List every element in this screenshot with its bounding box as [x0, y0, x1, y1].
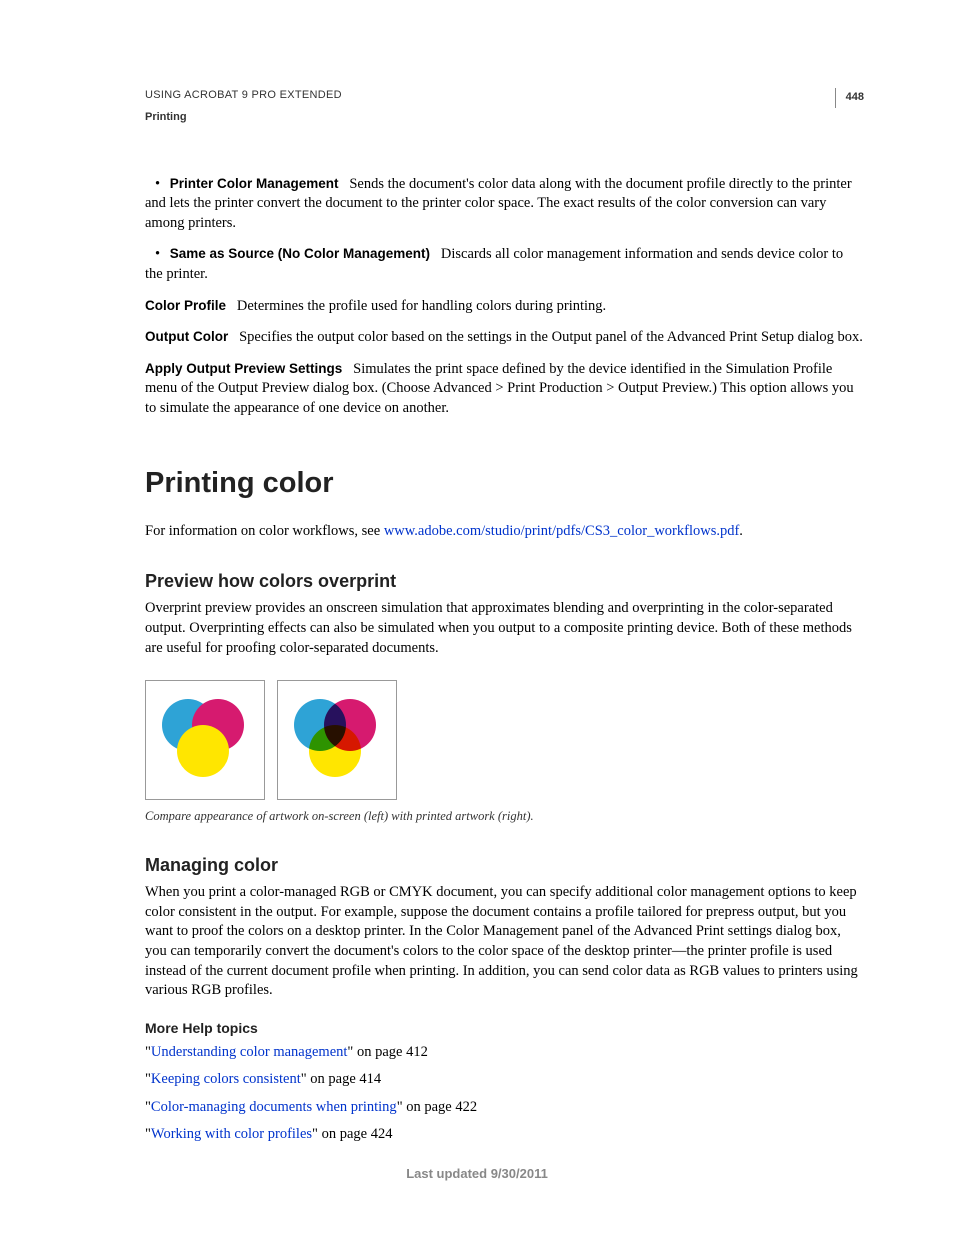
- term-label: Output Color: [145, 329, 228, 344]
- doc-title: USING ACROBAT 9 PRO EXTENDED: [145, 88, 342, 103]
- help-link-item: "Working with color profiles" on page 42…: [145, 1125, 864, 1145]
- help-link[interactable]: Keeping colors consistent: [151, 1071, 301, 1087]
- bullet-item: • Printer Color Management Sends the doc…: [145, 175, 864, 234]
- page-footer: Last updated 9/30/2011: [0, 1165, 954, 1183]
- help-suffix: " on page 424: [312, 1126, 392, 1142]
- figure-caption: Compare appearance of artwork on-screen …: [145, 808, 864, 825]
- help-link-item: "Color-managing documents when printing"…: [145, 1098, 864, 1118]
- page-header: USING ACROBAT 9 PRO EXTENDED 448: [145, 88, 864, 108]
- intro-paragraph: For information on color workflows, see …: [145, 522, 864, 542]
- section-heading: Printing color: [145, 464, 864, 503]
- bullet-icon: •: [155, 245, 160, 265]
- breadcrumb: Printing: [145, 110, 864, 125]
- help-link-item: "Understanding color management" on page…: [145, 1043, 864, 1063]
- text: .: [739, 523, 743, 539]
- body-paragraph: Overprint preview provides an onscreen s…: [145, 599, 864, 658]
- term-label: Same as Source (No Color Management): [170, 247, 430, 262]
- figure-onscreen: [145, 680, 265, 800]
- help-suffix: " on page 422: [397, 1099, 477, 1115]
- help-suffix: " on page 412: [347, 1044, 427, 1060]
- workflow-link[interactable]: www.adobe.com/studio/print/pdfs/CS3_colo…: [384, 523, 739, 539]
- term-label: Printer Color Management: [170, 176, 339, 191]
- term-desc: Determines the profile used for handling…: [237, 298, 606, 314]
- term-label: Apply Output Preview Settings: [145, 361, 342, 376]
- definition-item: Output Color Specifies the output color …: [145, 328, 864, 348]
- term-desc: Specifies the output color based on the …: [239, 329, 863, 345]
- help-link[interactable]: Working with color profiles: [151, 1126, 312, 1142]
- subsection-heading: Managing color: [145, 853, 864, 877]
- help-link[interactable]: Color-managing documents when printing: [151, 1099, 397, 1115]
- text: For information on color workflows, see: [145, 523, 384, 539]
- body-paragraph: When you print a color-managed RGB or CM…: [145, 883, 864, 1000]
- help-suffix: " on page 414: [301, 1071, 381, 1087]
- subsection-heading: Preview how colors overprint: [145, 569, 864, 593]
- bullet-item: • Same as Source (No Color Management) D…: [145, 245, 864, 284]
- help-link-item: "Keeping colors consistent" on page 414: [145, 1070, 864, 1090]
- page-number: 448: [835, 88, 864, 108]
- figure-printed: [277, 680, 397, 800]
- help-link[interactable]: Understanding color management: [151, 1044, 348, 1060]
- figure-comparison: [145, 680, 864, 800]
- definition-item: Color Profile Determines the profile use…: [145, 297, 864, 317]
- definition-item: Apply Output Preview Settings Simulates …: [145, 360, 864, 419]
- bullet-icon: •: [155, 175, 160, 195]
- term-label: Color Profile: [145, 298, 226, 313]
- help-topics-heading: More Help topics: [145, 1019, 864, 1038]
